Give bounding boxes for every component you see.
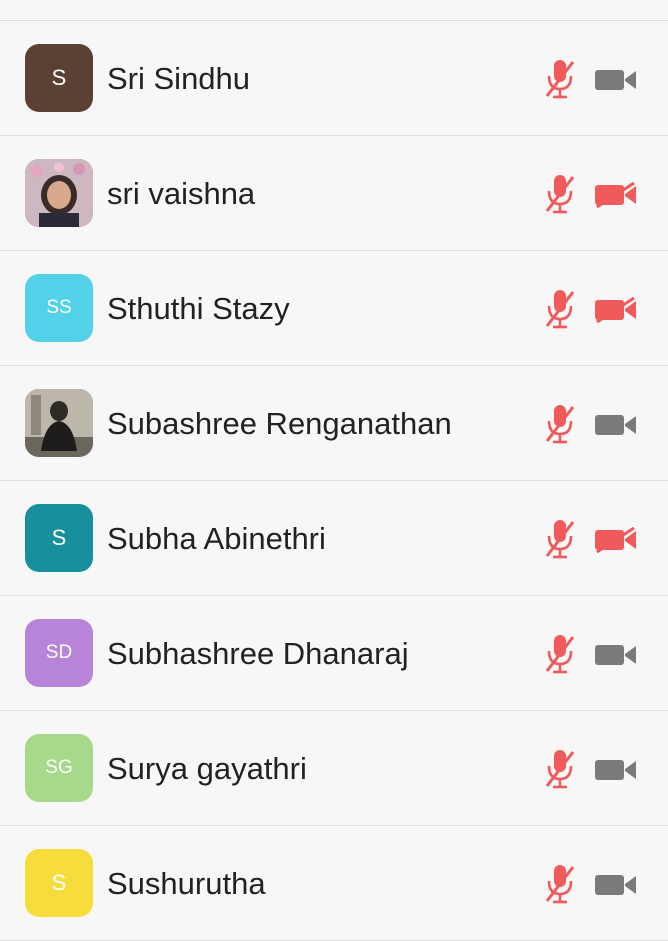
avatar	[25, 159, 93, 227]
participant-row-subhashree-dhanaraj[interactable]: SD Subhashree Dhanaraj	[0, 596, 668, 711]
participant-name: Surya gayathri	[107, 750, 307, 786]
mic-muted-icon[interactable]	[543, 173, 577, 215]
avatar: S	[25, 504, 93, 572]
participant-row-subha-abinethri[interactable]: S Subha Abinethri	[0, 481, 668, 596]
mic-muted-icon[interactable]	[543, 633, 577, 675]
participant-name: Subhashree Dhanaraj	[107, 635, 409, 671]
participant-row-surya-gayathri[interactable]: SG Surya gayathri	[0, 711, 668, 826]
mic-muted-icon[interactable]	[543, 288, 577, 330]
mic-muted-icon[interactable]	[543, 403, 577, 445]
participant-name: Subha Abinethri	[107, 520, 326, 556]
mic-muted-icon[interactable]	[543, 518, 577, 560]
participant-row-sthuthi-stazy[interactable]: SS Sthuthi Stazy	[0, 251, 668, 366]
list-top-edge	[0, 0, 668, 21]
participant-name: Sri Sindhu	[107, 60, 251, 96]
mic-muted-icon[interactable]	[543, 748, 577, 790]
participant-row-subashree-renganathan[interactable]: Subashree Renganathan	[0, 366, 668, 481]
participant-name: sri vaishna	[107, 175, 256, 211]
participant-name: Sthuthi Stazy	[107, 290, 290, 326]
avatar	[25, 389, 93, 457]
avatar: S	[25, 44, 93, 112]
mic-muted-icon[interactable]	[543, 863, 577, 905]
avatar: SS	[25, 274, 93, 342]
participant-row-sri-vaishna[interactable]: sri vaishna	[0, 136, 668, 251]
video-camera-icon[interactable]	[594, 642, 638, 668]
mic-muted-icon[interactable]	[543, 58, 577, 100]
participant-name: Sushurutha	[107, 865, 266, 901]
avatar: S	[25, 849, 93, 917]
participant-row-sushurutha[interactable]: S Sushurutha	[0, 826, 668, 941]
video-camera-icon[interactable]	[594, 67, 638, 93]
video-camera-icon[interactable]	[594, 412, 638, 438]
avatar: SG	[25, 734, 93, 802]
video-camera-icon[interactable]	[594, 872, 638, 898]
participant-row-sri-sindhu[interactable]: S Sri Sindhu	[0, 21, 668, 136]
video-off-icon[interactable]	[594, 526, 638, 554]
video-camera-icon[interactable]	[594, 757, 638, 783]
video-off-icon[interactable]	[594, 181, 638, 209]
avatar: SD	[25, 619, 93, 687]
video-off-icon[interactable]	[594, 296, 638, 324]
participant-list: S Sri Sindhu sri vaishna SS Sthuthi Stazy	[0, 21, 668, 941]
participant-name: Subashree Renganathan	[107, 405, 452, 441]
